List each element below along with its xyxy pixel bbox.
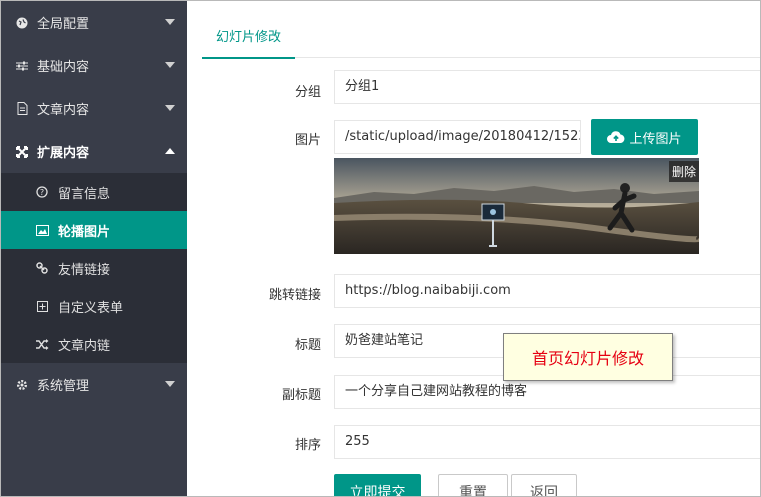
link-icon	[35, 262, 49, 274]
globe-icon	[15, 16, 29, 30]
sidebar-item-label: 轮播图片	[58, 224, 111, 240]
chevron-down-icon	[165, 19, 175, 25]
shuffle-icon	[35, 338, 49, 350]
cloud-upload-icon	[607, 131, 625, 143]
group-label: 分组	[294, 85, 321, 100]
back-button[interactable]: 返回	[511, 474, 577, 496]
sidebar-item-label: 文章内容	[37, 103, 90, 118]
subtitle-label: 副标题	[281, 388, 321, 403]
sidebar-item-label: 自定义表单	[58, 300, 124, 316]
app-window: 全局配置 基础内容 文章内容 扩展内容 ? 留言信息 轮播图片 友情链接 自定义…	[0, 0, 761, 497]
sidebar: 全局配置 基础内容 文章内容 扩展内容 ? 留言信息 轮播图片 友情链接 自定义…	[1, 1, 187, 496]
sidebar-item-label: 友情链接	[58, 262, 111, 278]
preview-photo	[334, 158, 699, 254]
sidebar-item-label: 文章内链	[58, 338, 111, 354]
chevron-down-icon	[165, 105, 175, 111]
sidebar-item-internal-links[interactable]: 文章内链	[1, 325, 187, 363]
upload-button-label: 上传图片	[629, 131, 682, 147]
tab-bar: 幻灯片修改	[202, 15, 760, 59]
image-preview: 删除	[334, 158, 699, 254]
sidebar-item-label: 全局配置	[37, 17, 90, 32]
delete-image-button[interactable]: 删除	[668, 161, 699, 182]
question-icon: ?	[35, 186, 49, 198]
chevron-down-icon	[165, 381, 175, 387]
sort-input[interactable]: 255	[334, 425, 760, 459]
annotation-callout: 首页幻灯片修改	[503, 333, 673, 381]
svg-text:?: ?	[40, 188, 44, 197]
sidebar-item-custom-form[interactable]: 自定义表单	[1, 287, 187, 325]
sort-label: 排序	[294, 438, 321, 453]
chevron-down-icon	[165, 62, 175, 68]
reset-button[interactable]: 重置	[438, 474, 508, 496]
sidebar-item-label: 系统管理	[37, 379, 90, 394]
document-icon	[15, 102, 29, 116]
sidebar-subnav: ? 留言信息 轮播图片 友情链接 自定义表单 文章内链	[1, 173, 187, 363]
plus-square-icon	[35, 300, 49, 312]
image-icon	[35, 224, 49, 236]
sidebar-item-label: 留言信息	[58, 186, 111, 202]
sidebar-item-friend-links[interactable]: 友情链接	[1, 249, 187, 287]
sidebar-item-carousel-images[interactable]: 轮播图片	[1, 211, 187, 249]
group-select[interactable]: 分组1	[334, 70, 760, 104]
main-content: 幻灯片修改 分组 分组1 图片 /static/upload/image/201…	[187, 1, 760, 496]
gear-icon	[15, 378, 29, 392]
link-input[interactable]: https://blog.naibabiji.com	[334, 274, 760, 308]
expand-icon	[15, 145, 29, 159]
link-label: 跳转链接	[268, 288, 321, 303]
sidebar-item-messages[interactable]: ? 留言信息	[1, 173, 187, 211]
sidebar-item-label: 基础内容	[37, 60, 90, 75]
sliders-icon	[15, 59, 29, 73]
tab-slide-edit[interactable]: 幻灯片修改	[202, 15, 296, 59]
sidebar-item-label: 扩展内容	[37, 146, 90, 161]
image-path-input[interactable]: /static/upload/image/20180412/1523500	[334, 120, 581, 154]
title-label: 标题	[294, 338, 321, 353]
sidebar-item-system-management[interactable]: 系统管理	[1, 363, 187, 406]
upload-image-button[interactable]: 上传图片	[591, 119, 698, 155]
sidebar-item-basic-content[interactable]: 基础内容	[1, 44, 187, 87]
sidebar-item-global-config[interactable]: 全局配置	[1, 1, 187, 44]
sidebar-item-article-content[interactable]: 文章内容	[1, 87, 187, 130]
submit-button[interactable]: 立即提交	[334, 474, 421, 496]
sidebar-item-extended-content[interactable]: 扩展内容	[1, 130, 187, 173]
chevron-up-icon	[165, 148, 175, 154]
image-label: 图片	[294, 133, 321, 148]
